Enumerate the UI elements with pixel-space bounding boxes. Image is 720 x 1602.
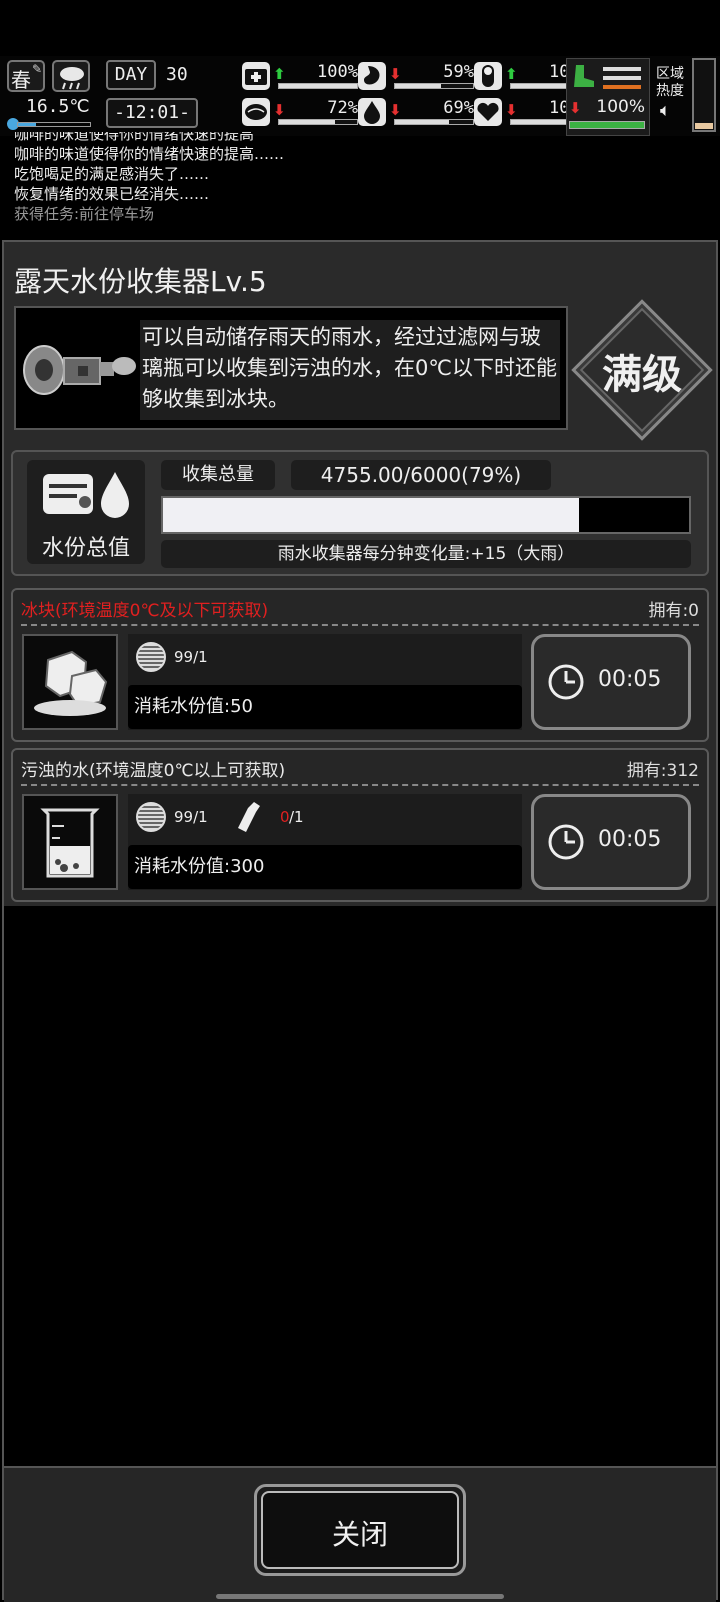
rain-collector-icon [23,345,136,395]
filter-mesh-icon [136,802,166,832]
trend-arrow: ⬆ [273,65,286,83]
collect-progress-bar [161,496,691,534]
stat-cell: ⬇ 69% [358,98,478,126]
craft-timer-button[interactable]: 00:05 [531,634,691,730]
stamina-panel: ⬇ 100% [566,58,650,136]
filter-mesh-icon [136,642,166,672]
day-badge: DAY [106,60,156,90]
cost-label: 消耗水份值:300 [128,845,522,889]
heart-icon [474,98,502,126]
trend-arrow: ⬇ [505,101,518,119]
trend-arrow: ⬇ [389,65,402,83]
clock-readout: -12:01- [106,98,198,128]
log-line: 获得任务:前往停车场 [14,205,155,223]
season-badge: 春 ✎ [7,60,45,92]
close-button-label: 关闭 [331,1518,388,1551]
close-button[interactable]: 关闭 [254,1484,466,1576]
collect-total-label: 收集总量 [161,460,275,490]
stamina-bar [569,121,645,129]
divider [21,624,699,626]
temperature-readout: 16.5℃ [26,96,90,117]
season-label: 春 [11,68,31,92]
log-line: 咖啡的味道使得你的情绪快速的提高 [14,132,255,143]
recipe-dirty-water: 污浊的水(环境温度0℃以上可获取) 拥有:312 99/1 0 /1 消耗水份值… [11,748,709,902]
clock-icon [548,824,584,860]
area-heat-meter [692,58,716,132]
material-need: /1 [289,808,304,826]
boot-icon [574,65,594,87]
water-collector-icon [43,472,129,518]
glass-bottle-icon [238,802,260,832]
stamina-value: 100% [596,97,645,117]
beaker-dirty-water-icon [22,794,118,890]
area-heat-label: 区域 热度 [656,66,684,99]
owned-count: 拥有:312 [626,761,699,781]
cost-label: 消耗水份值:50 [128,685,522,729]
stat-value: 100% [317,62,358,82]
stat-bar [278,83,358,89]
stamina-lines [603,67,641,71]
brain-icon [242,98,270,126]
rate-text: 雨水收集器每分钟变化量:+15（大雨） [161,540,691,568]
status-bar: 春 ✎ 16.5℃ DAY 30 -12:01- ⬆100%⬇59%⬆100%⬇… [0,56,720,136]
material-count: 99/1 [174,808,208,826]
stat-value: 72% [327,98,358,118]
speaker-icon[interactable]: 🔈︎ [660,100,671,121]
recipe-ice: 冰块(环境温度0℃及以下可获取) 拥有:0 99/1 消耗水份值:50 00:0… [11,588,709,742]
temperature-gauge [7,118,91,130]
stomach-icon [358,62,386,90]
timer-value: 00:05 [598,827,662,852]
recipe-title: 污浊的水(环境温度0℃以上可获取) [21,761,286,781]
recipe-title: 冰块(环境温度0℃及以下可获取) [21,601,269,621]
trend-arrow: ⬇ [273,101,286,119]
trend-arrow: ⬇ [389,101,402,119]
leaf-icon: ✎ [31,62,42,76]
stat-cell: ⬆ 100% [242,62,362,90]
stat-value: 59% [443,62,474,82]
divider [21,784,699,786]
water-total-label: 水份总值 [41,536,130,561]
material-count: 99/1 [174,648,208,666]
log-line: 咖啡的味道使得你的情绪快速的提高…… [14,145,285,163]
day-number: 30 [166,64,188,85]
stat-cell: ⬇ 72% [242,98,362,126]
water-total-section: 水份总值 收集总量 4755.00/6000(79%) 雨水收集器每分钟变化量:… [11,450,709,576]
max-level-badge: 满级 [571,299,713,441]
stat-bar [278,119,358,125]
stat-bar [394,119,474,125]
timer-value: 00:05 [598,667,662,692]
stat-cell: ⬇ 59% [358,62,478,90]
water-drop-icon [358,98,386,126]
message-log: 咖啡的味道使得你的情绪快速的提高 咖啡的味道使得你的情绪快速的提高…… 吃饱喝足… [14,132,714,238]
weather-icon[interactable] [52,60,90,92]
owned-count: 拥有:0 [648,601,699,621]
description-box: 可以自动储存雨天的雨水，经过过滤网与玻璃瓶可以收集到污浊的水，在0℃以下时还能够… [14,306,568,430]
home-indicator [216,1594,504,1599]
max-level-label: 满级 [602,352,682,398]
craft-timer-button[interactable]: 00:05 [531,794,691,890]
pill-icon [474,62,502,90]
description-text: 可以自动储存雨天的雨水，经过过滤网与玻璃瓶可以收集到污浊的水，在0℃以下时还能够… [140,320,560,420]
trend-arrow: ⬆ [505,65,518,83]
medkit-icon [242,62,270,90]
recipe-list-empty-area [4,906,716,1466]
panel-title: 露天水份收集器Lv.5 [14,265,267,298]
log-line: 吃饱喝足的满足感消失了…… [14,165,210,183]
ice-cubes-icon [22,634,118,730]
collect-total-value: 4755.00/6000(79%) [291,460,551,490]
clock-icon [548,664,584,700]
stamina-trend-arrow: ⬇ [569,99,582,117]
stat-bar [394,83,474,89]
stat-value: 69% [443,98,474,118]
water-total-card: 水份总值 [27,460,145,564]
log-line: 恢复情绪的效果已经消失…… [14,185,210,203]
